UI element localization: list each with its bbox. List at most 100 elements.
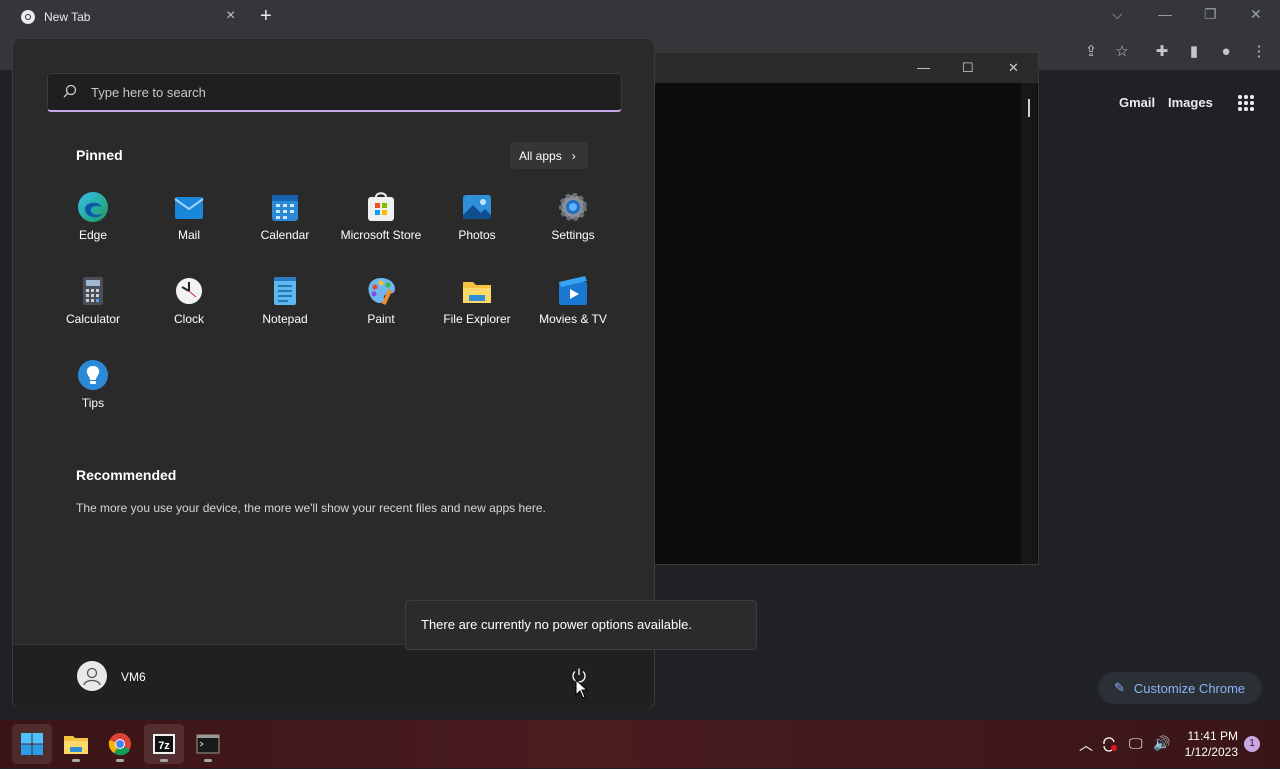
taskbar-terminal[interactable] xyxy=(188,724,228,764)
notification-badge[interactable]: 1 xyxy=(1244,736,1260,752)
extensions-icon[interactable]: ✚ xyxy=(1153,43,1171,61)
app-label: Notepad xyxy=(262,312,308,326)
search-icon xyxy=(63,84,77,98)
taskbar-chrome[interactable] xyxy=(100,724,140,764)
terminal-scrollbar[interactable] xyxy=(1021,83,1037,564)
terminal-maximize-button[interactable]: ☐ xyxy=(962,60,974,76)
terminal-titlebar[interactable]: — ☐ ✕ xyxy=(641,53,1038,83)
store-icon xyxy=(368,192,394,221)
app-label: Clock xyxy=(173,312,204,326)
taskbar-clock[interactable]: 11:41 PM 1/12/2023 xyxy=(1178,728,1238,760)
volume-icon[interactable]: 🔊 xyxy=(1153,735,1170,752)
svg-text:7z: 7z xyxy=(158,740,170,752)
pinned-app-calendar[interactable]: Calendar xyxy=(237,191,333,261)
pinned-app-mail[interactable]: Mail xyxy=(141,191,237,261)
customize-chrome-label: Customize Chrome xyxy=(1133,680,1246,696)
folder-icon xyxy=(463,282,491,303)
all-apps-label: All apps xyxy=(519,148,562,163)
taskbar-7zip[interactable]: 7z xyxy=(144,724,184,764)
pinned-app-settings[interactable]: Settings xyxy=(525,191,621,261)
terminal-window[interactable]: — ☐ ✕ xyxy=(640,52,1039,565)
google-apps-icon[interactable] xyxy=(1238,95,1254,111)
search-placeholder: Type here to search xyxy=(91,85,206,100)
app-label: Settings xyxy=(551,228,595,242)
chrome-icon xyxy=(108,733,131,756)
side-panel-icon[interactable]: ▮ xyxy=(1185,43,1203,61)
pinned-app-calculator[interactable]: Calculator xyxy=(45,275,141,345)
terminal-minimize-button[interactable]: — xyxy=(917,60,930,75)
running-indicator xyxy=(72,759,80,762)
7zip-icon: 7z xyxy=(153,734,175,754)
mail-icon xyxy=(174,197,204,219)
network-icon[interactable]: 🖵 xyxy=(1129,735,1143,752)
taskbar-file-explorer[interactable] xyxy=(56,724,96,764)
profile-icon[interactable]: ● xyxy=(1217,43,1235,61)
chevron-right-icon: › xyxy=(571,148,576,163)
clock-date: 1/12/2023 xyxy=(1184,745,1238,759)
terminal-close-button[interactable]: ✕ xyxy=(1008,60,1019,76)
edge-icon xyxy=(78,192,108,222)
gmail-link[interactable]: Gmail xyxy=(1119,95,1155,110)
mouse-cursor-icon xyxy=(575,679,589,699)
tips-icon xyxy=(78,360,108,390)
app-label: Microsoft Store xyxy=(340,228,422,242)
photos-icon xyxy=(463,195,491,219)
all-apps-button[interactable]: All apps › xyxy=(510,142,588,169)
new-tab-button[interactable]: + xyxy=(260,6,272,26)
folder-icon xyxy=(64,736,88,754)
start-search-input[interactable]: Type here to search xyxy=(47,73,622,112)
app-label: File Explorer xyxy=(443,312,511,326)
app-label: Edge xyxy=(78,228,108,242)
pinned-app-microsoft-store[interactable]: Microsoft Store xyxy=(333,191,429,261)
minimize-button[interactable]: — xyxy=(1158,6,1172,22)
pinned-app-movies-tv[interactable]: Movies & TV xyxy=(525,275,621,345)
pinned-app-paint[interactable]: Paint xyxy=(333,275,429,345)
bookmark-star-icon[interactable]: ☆ xyxy=(1113,43,1131,61)
pinned-app-clock[interactable]: Clock xyxy=(141,275,237,345)
terminal-icon xyxy=(196,734,220,754)
pinned-app-tips[interactable]: Tips xyxy=(45,359,141,429)
sync-alert-icon[interactable] xyxy=(1101,736,1119,752)
power-options-tooltip: There are currently no power options ava… xyxy=(405,600,757,650)
user-name[interactable]: VM6 xyxy=(121,670,146,684)
user-icon xyxy=(83,667,101,686)
user-avatar[interactable] xyxy=(77,661,107,691)
app-label: Movies & TV xyxy=(539,312,607,326)
start-button[interactable] xyxy=(12,724,52,764)
customize-chrome-button[interactable]: ✎ Customize Chrome xyxy=(1098,672,1262,704)
recommended-title: Recommended xyxy=(76,467,177,483)
browser-tab[interactable]: New Tab × xyxy=(8,0,246,34)
tab-title: New Tab xyxy=(44,10,91,24)
windows-logo-icon xyxy=(21,733,43,755)
app-label: Tips xyxy=(81,396,105,410)
running-indicator xyxy=(160,759,168,762)
app-label: Calculator xyxy=(65,312,121,326)
browser-tabstrip: New Tab × + ⌵ — ❐ ✕ xyxy=(0,0,1280,34)
app-label: Calendar xyxy=(260,228,310,242)
running-indicator xyxy=(204,759,212,762)
notepad-icon xyxy=(274,277,296,305)
restore-button[interactable]: ❐ xyxy=(1204,6,1217,23)
tab-close-icon[interactable]: × xyxy=(226,8,235,24)
recommended-placeholder-text: The more you use your device, the more w… xyxy=(76,501,546,515)
tab-search-icon[interactable]: ⌵ xyxy=(1112,6,1123,23)
close-window-button[interactable]: ✕ xyxy=(1250,6,1262,23)
gear-icon xyxy=(559,193,587,221)
show-hidden-icons-chevron-icon[interactable]: ︿ xyxy=(1079,735,1093,755)
pinned-app-edge[interactable]: Edge xyxy=(45,191,141,261)
running-indicator xyxy=(116,759,124,762)
scrollbar-thumb[interactable] xyxy=(1028,99,1030,117)
pinned-title: Pinned xyxy=(76,147,123,163)
calendar-icon xyxy=(272,195,298,221)
paint-icon xyxy=(368,278,395,305)
pinned-app-notepad[interactable]: Notepad xyxy=(237,275,333,345)
menu-kebab-icon[interactable]: ⋮ xyxy=(1250,43,1268,61)
share-icon[interactable]: ⇪ xyxy=(1082,43,1100,61)
clock-time: 11:41 PM xyxy=(1187,729,1238,743)
movies-icon xyxy=(559,276,587,305)
start-menu-footer: VM6 xyxy=(13,644,654,709)
images-link[interactable]: Images xyxy=(1168,95,1213,110)
pinned-app-photos[interactable]: Photos xyxy=(429,191,525,261)
tooltip-text: There are currently no power options ava… xyxy=(421,617,692,632)
pinned-app-file-explorer[interactable]: File Explorer xyxy=(429,275,525,345)
